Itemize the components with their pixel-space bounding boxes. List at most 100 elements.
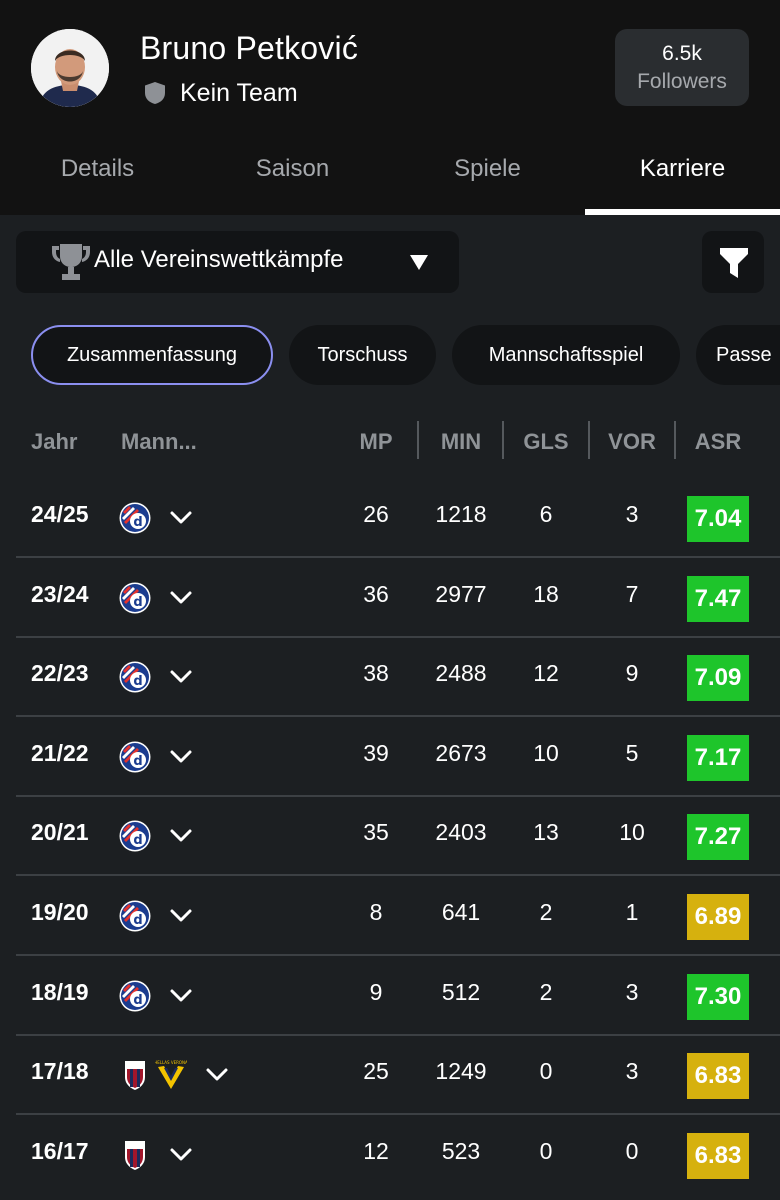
cell-gls: 10 — [533, 740, 559, 766]
season-year: 18/19 — [31, 979, 89, 1005]
tab-saison[interactable]: Saison — [195, 138, 390, 215]
rating-badge: 7.47 — [687, 576, 749, 622]
expand-chevron-icon[interactable] — [169, 826, 193, 846]
chip-torschuss[interactable]: Torschuss — [289, 325, 436, 385]
header-mannschaft[interactable]: Mann... — [121, 424, 197, 460]
cell-mp: 12 — [363, 1138, 389, 1164]
stat-category-chips: Zusammenfassung Torschuss Mannschaftsspi… — [0, 325, 780, 385]
expand-chevron-icon[interactable] — [169, 747, 193, 767]
header-asr[interactable]: ASR — [678, 424, 758, 460]
expand-chevron-icon[interactable] — [205, 1065, 229, 1085]
team-name: Kein Team — [180, 78, 298, 107]
player-name: Bruno Petković — [140, 30, 359, 66]
cell-mp: 8 — [369, 899, 383, 925]
cell-min: 1218 — [435, 501, 487, 527]
competition-selected: Alle Vereinswettkämpfe — [94, 246, 344, 273]
column-separator — [674, 421, 676, 459]
svg-text:d: d — [133, 515, 142, 530]
club-logo-dinamo-icon: d — [119, 502, 151, 534]
cell-vor: 9 — [625, 660, 639, 686]
club-logo-dinamo-icon: d — [119, 980, 151, 1012]
season-year: 16/17 — [31, 1138, 89, 1164]
rating-badge: 6.83 — [687, 1053, 749, 1099]
table-row[interactable]: 20/21 d 35 2403 13 10 7.27 — [0, 796, 780, 876]
cell-gls: 12 — [533, 660, 559, 686]
rating-badge: 7.27 — [687, 814, 749, 860]
cell-vor: 10 — [619, 819, 645, 845]
cell-vor: 5 — [625, 740, 639, 766]
cell-min: 2977 — [435, 581, 487, 607]
header-gls[interactable]: GLS — [506, 424, 586, 460]
tab-karriere[interactable]: Karriere — [585, 138, 780, 215]
club-logo-dinamo-icon: d — [119, 582, 151, 614]
cell-min: 641 — [441, 899, 481, 925]
club-logo-verona-icon: HELLAS VERONA — [154, 1059, 188, 1091]
tab-bar: Details Saison Spiele Karriere — [0, 138, 780, 215]
cell-mp: 36 — [363, 581, 389, 607]
column-separator — [417, 421, 419, 459]
expand-chevron-icon[interactable] — [169, 986, 193, 1006]
table-row[interactable]: 21/22 d 39 2673 10 5 7.17 — [0, 717, 780, 797]
tab-spiele[interactable]: Spiele — [390, 138, 585, 215]
cell-gls: 2 — [539, 899, 553, 925]
cell-vor: 3 — [625, 979, 639, 1005]
column-separator — [502, 421, 504, 459]
cell-gls: 18 — [533, 581, 559, 607]
filter-button[interactable] — [702, 231, 764, 293]
table-row[interactable]: 18/19 d 9 512 2 3 7.30 — [0, 956, 780, 1036]
svg-text:d: d — [133, 913, 142, 928]
rating-badge: 6.89 — [687, 894, 749, 940]
cell-mp: 26 — [363, 501, 389, 527]
table-row[interactable]: 16/17 12 523 0 0 6.83 — [0, 1115, 780, 1195]
table-row[interactable]: 19/20 d 8 641 2 1 6.89 — [0, 876, 780, 956]
svg-text:HELLAS VERONA: HELLAS VERONA — [155, 1060, 187, 1065]
season-year: 17/18 — [31, 1058, 89, 1084]
season-year: 24/25 — [31, 501, 89, 527]
cell-gls: 2 — [539, 979, 553, 1005]
header-mp[interactable]: MP — [336, 424, 416, 460]
season-year: 22/23 — [31, 660, 89, 686]
rating-badge: 7.09 — [687, 655, 749, 701]
cell-mp: 38 — [363, 660, 389, 686]
cell-vor: 0 — [625, 1138, 639, 1164]
header-min[interactable]: MIN — [421, 424, 501, 460]
season-year: 19/20 — [31, 899, 89, 925]
tab-details[interactable]: Details — [0, 138, 195, 215]
table-row[interactable]: 24/25 d 26 1218 6 3 7.04 — [0, 478, 780, 558]
header-jahr[interactable]: Jahr — [31, 424, 77, 460]
table-row[interactable]: 22/23 d 38 2488 12 9 7.09 — [0, 637, 780, 717]
competition-dropdown[interactable]: Alle Vereinswettkämpfe — [16, 231, 459, 293]
cell-min: 2673 — [435, 740, 487, 766]
dropdown-caret-icon — [410, 255, 428, 270]
table-row[interactable]: 17/18 HELLAS VERONA 25 1249 0 3 6.83 — [0, 1035, 780, 1115]
chip-passe[interactable]: Passe — [696, 325, 780, 385]
rating-badge: 7.17 — [687, 735, 749, 781]
cell-mp: 35 — [363, 819, 389, 845]
cell-vor: 1 — [625, 899, 639, 925]
expand-chevron-icon[interactable] — [169, 906, 193, 926]
expand-chevron-icon[interactable] — [169, 588, 193, 608]
followers-button[interactable]: 6.5k Followers — [615, 29, 749, 106]
cell-vor: 3 — [625, 501, 639, 527]
expand-chevron-icon[interactable] — [169, 1145, 193, 1165]
season-year: 20/21 — [31, 819, 89, 845]
player-avatar — [31, 29, 109, 107]
club-logo-dinamo-icon: d — [119, 820, 151, 852]
cell-min: 2403 — [435, 819, 487, 845]
expand-chevron-icon[interactable] — [169, 508, 193, 528]
header-vor[interactable]: VOR — [592, 424, 672, 460]
team-row: Kein Team — [144, 78, 298, 108]
svg-text:d: d — [133, 674, 142, 689]
chip-zusammenfassung[interactable]: Zusammenfassung — [31, 325, 273, 385]
chip-mannschaftsspiel[interactable]: Mannschaftsspiel — [452, 325, 680, 385]
filter-icon — [720, 248, 748, 278]
season-year: 21/22 — [31, 740, 89, 766]
cell-mp: 39 — [363, 740, 389, 766]
svg-text:d: d — [133, 595, 142, 610]
table-row[interactable]: 23/24 d 36 2977 18 7 7.47 — [0, 558, 780, 638]
cell-mp: 25 — [363, 1058, 389, 1084]
column-separator — [588, 421, 590, 459]
cell-min: 1249 — [435, 1058, 487, 1084]
expand-chevron-icon[interactable] — [169, 667, 193, 687]
club-logo-dinamo-icon: d — [119, 741, 151, 773]
